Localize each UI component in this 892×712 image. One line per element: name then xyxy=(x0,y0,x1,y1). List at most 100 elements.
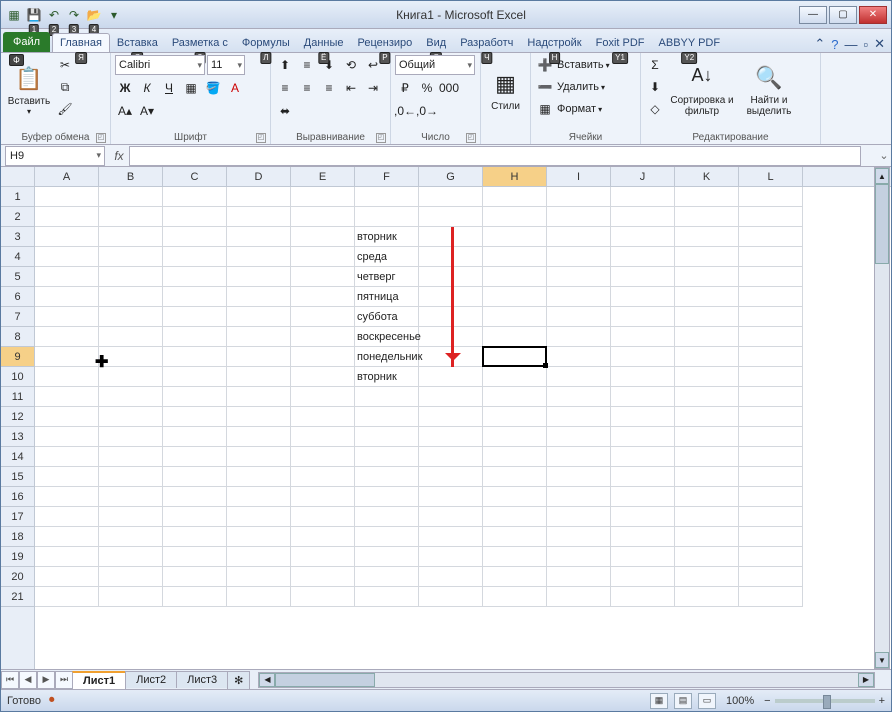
clipboard-dialog-icon[interactable]: ◰ xyxy=(96,133,106,143)
cell-H11[interactable] xyxy=(483,387,547,407)
cell-D8[interactable] xyxy=(227,327,291,347)
cell-J12[interactable] xyxy=(611,407,675,427)
cell-L8[interactable] xyxy=(739,327,803,347)
macro-record-icon[interactable]: ⏺ xyxy=(49,694,55,707)
cell-A6[interactable] xyxy=(35,287,99,307)
cell-A14[interactable] xyxy=(35,447,99,467)
tab-foxit[interactable]: Foxit PDFY1 xyxy=(589,34,652,52)
cell-B15[interactable] xyxy=(99,467,163,487)
cell-C17[interactable] xyxy=(163,507,227,527)
cell-G18[interactable] xyxy=(419,527,483,547)
cell-B1[interactable] xyxy=(99,187,163,207)
merge-icon[interactable]: ⬌ xyxy=(275,101,295,121)
cell-L1[interactable] xyxy=(739,187,803,207)
cell-C12[interactable] xyxy=(163,407,227,427)
cell-D18[interactable] xyxy=(227,527,291,547)
scroll-right-icon[interactable]: ▶ xyxy=(858,673,874,687)
cell-C10[interactable] xyxy=(163,367,227,387)
cell-L5[interactable] xyxy=(739,267,803,287)
row-header-18[interactable]: 18 xyxy=(1,527,34,547)
cell-L19[interactable] xyxy=(739,547,803,567)
cell-K2[interactable] xyxy=(675,207,739,227)
inc-decimal-icon[interactable]: ,0← xyxy=(395,101,415,121)
cell-B16[interactable] xyxy=(99,487,163,507)
cell-B7[interactable] xyxy=(99,307,163,327)
cell-F2[interactable] xyxy=(355,207,419,227)
col-header-C[interactable]: C xyxy=(163,167,227,186)
cell-H7[interactable] xyxy=(483,307,547,327)
tab-insert[interactable]: ВставкаС xyxy=(110,34,165,52)
cell-K4[interactable] xyxy=(675,247,739,267)
cell-F8[interactable]: воскресенье xyxy=(355,327,419,347)
cell-K8[interactable] xyxy=(675,327,739,347)
sheet-tab-2[interactable]: Лист2 xyxy=(125,671,177,688)
cell-D3[interactable] xyxy=(227,227,291,247)
cell-E7[interactable] xyxy=(291,307,355,327)
cell-F7[interactable]: суббота xyxy=(355,307,419,327)
cell-I3[interactable] xyxy=(547,227,611,247)
number-dialog-icon[interactable]: ◰ xyxy=(466,133,476,143)
cell-A16[interactable] xyxy=(35,487,99,507)
cell-C14[interactable] xyxy=(163,447,227,467)
font-dialog-icon[interactable]: ◰ xyxy=(256,133,266,143)
sheet-nav-last-icon[interactable]: ⏭ xyxy=(55,671,73,689)
cell-L2[interactable] xyxy=(739,207,803,227)
cell-H8[interactable] xyxy=(483,327,547,347)
underline-button[interactable]: Ч xyxy=(159,78,179,98)
column-headers[interactable]: ABCDEFGHIJKL xyxy=(35,167,891,187)
view-normal-icon[interactable]: ▦ xyxy=(650,693,668,709)
col-header-G[interactable]: G xyxy=(419,167,483,186)
maximize-button[interactable]: ▢ xyxy=(829,6,857,24)
styles-button[interactable]: ▦ Стили xyxy=(485,55,526,127)
font-size-combo[interactable]: 11 xyxy=(207,55,245,75)
cell-F18[interactable] xyxy=(355,527,419,547)
cell-E15[interactable] xyxy=(291,467,355,487)
cell-A13[interactable] xyxy=(35,427,99,447)
cell-B13[interactable] xyxy=(99,427,163,447)
tab-data[interactable]: ДанныеЁ xyxy=(297,34,351,52)
cell-E4[interactable] xyxy=(291,247,355,267)
cell-B12[interactable] xyxy=(99,407,163,427)
cell-F13[interactable] xyxy=(355,427,419,447)
cell-L18[interactable] xyxy=(739,527,803,547)
cell-A4[interactable] xyxy=(35,247,99,267)
percent-icon[interactable]: % xyxy=(417,78,437,98)
cell-I15[interactable] xyxy=(547,467,611,487)
cell-F15[interactable] xyxy=(355,467,419,487)
expand-formula-bar-icon[interactable]: ⌄ xyxy=(877,149,891,162)
cell-B17[interactable] xyxy=(99,507,163,527)
doc-close-icon[interactable]: ✕ xyxy=(874,36,885,52)
cell-H19[interactable] xyxy=(483,547,547,567)
cell-I6[interactable] xyxy=(547,287,611,307)
cell-J15[interactable] xyxy=(611,467,675,487)
cell-H21[interactable] xyxy=(483,587,547,607)
vertical-scrollbar[interactable]: ▲ ▼ xyxy=(874,167,890,669)
cell-I12[interactable] xyxy=(547,407,611,427)
row-header-1[interactable]: 1 xyxy=(1,187,34,207)
cell-F1[interactable] xyxy=(355,187,419,207)
cell-L21[interactable] xyxy=(739,587,803,607)
border-icon[interactable]: ▦ xyxy=(181,78,201,98)
align-center-icon[interactable]: ≡ xyxy=(297,78,317,98)
number-format-combo[interactable]: Общий xyxy=(395,55,475,75)
row-header-10[interactable]: 10 xyxy=(1,367,34,387)
align-left-icon[interactable]: ≡ xyxy=(275,78,295,98)
cell-I4[interactable] xyxy=(547,247,611,267)
format-cells-button[interactable]: ▦Формат▾ xyxy=(535,99,602,119)
cell-J9[interactable] xyxy=(611,347,675,367)
cell-I19[interactable] xyxy=(547,547,611,567)
cell-I14[interactable] xyxy=(547,447,611,467)
sheet-nav-first-icon[interactable]: ⏮ xyxy=(1,671,19,689)
cell-J4[interactable] xyxy=(611,247,675,267)
cell-B10[interactable] xyxy=(99,367,163,387)
cell-E2[interactable] xyxy=(291,207,355,227)
cell-I13[interactable] xyxy=(547,427,611,447)
align-top-icon[interactable]: ⬆ xyxy=(275,55,295,75)
fill-icon[interactable]: ⬇ xyxy=(645,77,665,97)
help-icon[interactable]: ? xyxy=(831,37,838,52)
cell-G21[interactable] xyxy=(419,587,483,607)
cell-B14[interactable] xyxy=(99,447,163,467)
zoom-slider[interactable] xyxy=(775,699,875,703)
cell-C5[interactable] xyxy=(163,267,227,287)
select-all-corner[interactable] xyxy=(1,167,35,187)
